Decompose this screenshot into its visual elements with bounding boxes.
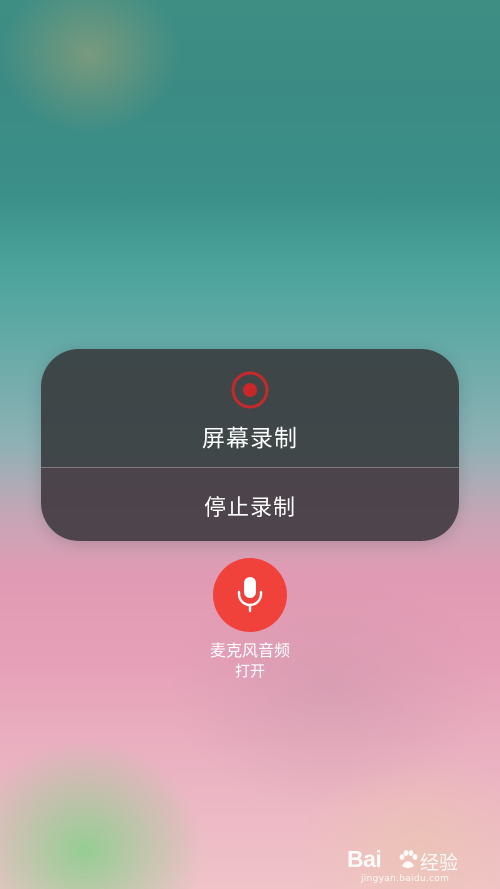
paw-icon xyxy=(399,850,418,868)
microphone-toggle-button[interactable] xyxy=(213,558,287,632)
stop-recording-label: 停止录制 xyxy=(203,496,296,521)
menu-header: 屏幕录制 xyxy=(41,349,459,467)
screen-recording-menu: 屏幕录制 停止录制 xyxy=(41,349,459,541)
watermark-cn-text: 经验 xyxy=(420,852,459,874)
watermark-logo-text: Bai xyxy=(347,846,382,872)
microphone-label: 麦克风音频 xyxy=(209,641,290,660)
microphone-state: 打开 xyxy=(234,662,265,680)
watermark-url: jingyan.baidu.com xyxy=(361,874,450,884)
stop-recording-button[interactable]: 停止录制 xyxy=(41,468,459,541)
baidu-jingyan-watermark: Bai 经验 jingyan.baidu.com xyxy=(347,846,482,886)
microphone-status: 麦克风音频 打开 xyxy=(150,640,350,682)
menu-title: 屏幕录制 xyxy=(202,426,298,452)
record-icon xyxy=(231,371,269,409)
microphone-icon xyxy=(237,577,263,613)
